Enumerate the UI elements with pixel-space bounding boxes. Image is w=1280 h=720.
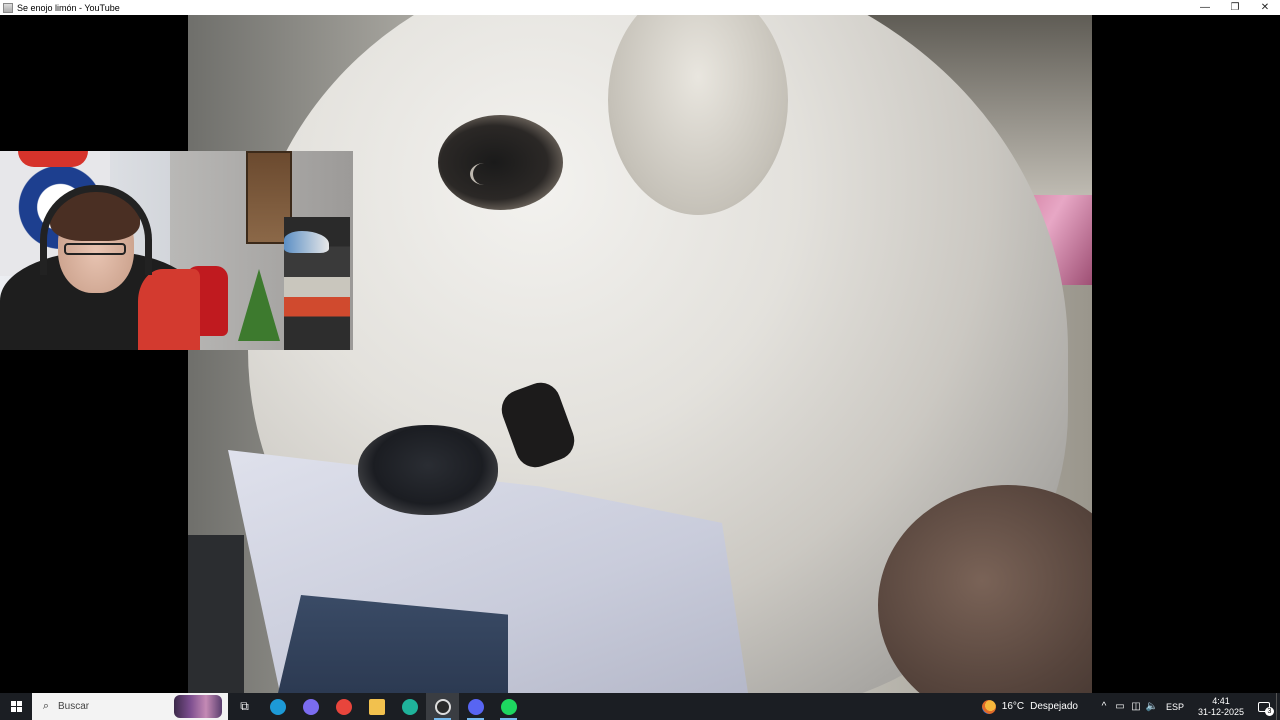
dog-eye-glint bbox=[470, 163, 498, 185]
notification-button[interactable]: 3 bbox=[1252, 693, 1276, 720]
edge-icon bbox=[269, 698, 286, 715]
title-bar: Se enojo limón - YouTube — ❐ ✕ bbox=[0, 0, 1280, 15]
weather-widget[interactable]: 16°C Despejado bbox=[981, 699, 1084, 714]
pinned-apps: ⧉ bbox=[228, 693, 525, 720]
search-icon: ⌕ bbox=[42, 700, 50, 712]
minimize-button[interactable]: — bbox=[1190, 0, 1220, 15]
copilot-taskbar-button[interactable] bbox=[294, 693, 327, 720]
discord-icon bbox=[467, 698, 484, 715]
restore-button[interactable]: ❐ bbox=[1220, 0, 1250, 15]
dark-object bbox=[188, 535, 244, 693]
network-icon[interactable]: ◫ bbox=[1128, 701, 1144, 712]
task-view-icon: ⧉ bbox=[240, 699, 249, 713]
spotify-icon bbox=[500, 698, 517, 715]
start-button[interactable] bbox=[0, 693, 32, 720]
webcam-overlay bbox=[0, 151, 353, 350]
weather-condition: Despejado bbox=[1030, 701, 1078, 712]
system-tray: 16°C Despejado ^ ▭ ◫ 🔈 ESP 4:41 31-12-20… bbox=[981, 693, 1280, 720]
weather-icon bbox=[981, 699, 996, 714]
show-desktop-button[interactable] bbox=[1276, 693, 1280, 720]
window-controls: — ❐ ✕ bbox=[1190, 0, 1280, 15]
task-view-taskbar-button[interactable]: ⧉ bbox=[228, 693, 261, 720]
discord-taskbar-button[interactable] bbox=[459, 693, 492, 720]
window-title: Se enojo limón - YouTube bbox=[17, 2, 120, 13]
clock-time: 4:41 bbox=[1212, 695, 1230, 706]
glasses bbox=[64, 243, 126, 255]
windows-start-icon bbox=[10, 701, 22, 712]
close-button[interactable]: ✕ bbox=[1250, 0, 1280, 15]
file-explorer-taskbar-button[interactable] bbox=[360, 693, 393, 720]
volume-icon[interactable]: 🔈 bbox=[1144, 701, 1160, 712]
search-highlight-image bbox=[174, 695, 222, 718]
search-placeholder: Buscar bbox=[58, 701, 90, 712]
search-box[interactable]: ⌕ Buscar bbox=[32, 693, 170, 720]
copilot-icon bbox=[302, 698, 319, 715]
chrome-taskbar-button[interactable] bbox=[327, 693, 360, 720]
app-window-icon bbox=[3, 2, 13, 13]
battery-icon[interactable]: ▭ bbox=[1112, 701, 1128, 712]
dog-nose bbox=[358, 425, 498, 515]
search-highlight[interactable] bbox=[170, 693, 228, 720]
language-indicator[interactable]: ESP bbox=[1166, 702, 1184, 712]
app-teal-icon bbox=[401, 698, 418, 715]
video-player[interactable] bbox=[0, 15, 1280, 693]
file-explorer-icon bbox=[368, 698, 385, 715]
obs-icon bbox=[434, 698, 451, 715]
notification-badge: 3 bbox=[1265, 707, 1274, 716]
streamer-jacket bbox=[138, 269, 200, 350]
obs-taskbar-button[interactable] bbox=[426, 693, 459, 720]
taskbar: ⌕ Buscar ⧉ 16°C Despejado ^ ▭ ◫ 🔈 ESP 4:… bbox=[0, 693, 1280, 720]
edge-taskbar-button[interactable] bbox=[261, 693, 294, 720]
chevron-up-icon[interactable]: ^ bbox=[1096, 701, 1112, 712]
spotify-taskbar-button[interactable] bbox=[492, 693, 525, 720]
clock[interactable]: 4:41 31-12-2025 bbox=[1198, 696, 1244, 718]
weather-temperature: 16°C bbox=[1001, 701, 1025, 712]
dog-eye bbox=[438, 115, 563, 210]
video-frame[interactable] bbox=[188, 15, 1092, 693]
app-teal-taskbar-button[interactable] bbox=[393, 693, 426, 720]
clock-date: 31-12-2025 bbox=[1197, 706, 1244, 717]
team-flag-top bbox=[18, 151, 88, 167]
chrome-icon bbox=[335, 698, 352, 715]
